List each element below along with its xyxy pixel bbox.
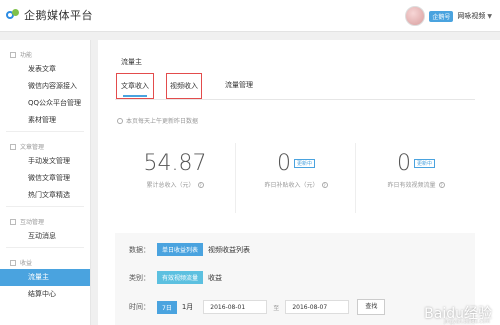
sidebar-item-publish-article[interactable]: 发表文章	[0, 61, 90, 78]
sidebar-item-qq-platform[interactable]: QQ公众平台管理	[0, 95, 90, 112]
sidebar-item-wechat-source[interactable]: 微信内容源接入	[0, 78, 90, 95]
sidebar-section-function: 功能	[0, 48, 90, 61]
app-logo[interactable]: 企鹅媒体平台	[6, 7, 93, 23]
sidebar-item-manual-articles[interactable]: 手动发文管理	[0, 153, 90, 170]
penguin-logo-icon	[6, 8, 20, 22]
sidebar-item-wechat-articles[interactable]: 微信文章管理	[0, 170, 90, 187]
filter-chip-7-days[interactable]: 7日	[157, 300, 177, 314]
tab-bar: 文章收入 视频收入 流量管理	[115, 73, 475, 100]
search-button[interactable]: 查找	[357, 299, 386, 315]
sidebar-item-traffic-owner[interactable]: 流量主	[0, 269, 90, 286]
active-tab-indicator	[123, 95, 147, 97]
date-from-input[interactable]: 2016-08-01	[203, 300, 268, 314]
filter-row-time: 时间： 7日 1月 2016-08-01 至 2016-08-07 查找	[129, 299, 386, 315]
function-icon	[10, 51, 16, 58]
tab-video-income[interactable]: 视频收入	[166, 73, 202, 99]
main-panel: 流量主 文章收入 视频收入 流量管理 本页每天上午更新昨日数据 54.87 累计…	[98, 40, 500, 325]
tab-article-income[interactable]: 文章收入	[116, 73, 154, 99]
stat-label: 昨日补贴收入（元）	[264, 182, 319, 189]
article-icon	[10, 143, 16, 150]
sidebar-section-interaction: 互动管理	[0, 215, 90, 228]
updating-badge: 更新中	[293, 159, 315, 168]
clock-icon	[117, 117, 123, 124]
help-icon[interactable]: ?	[438, 181, 445, 188]
stat-value: 0	[396, 151, 411, 176]
divider	[6, 131, 84, 132]
sidebar-section-revenue: 收益	[0, 256, 90, 269]
filter-option-1-month[interactable]: 1月	[182, 302, 193, 312]
stat-total-income: 54.87 累计总收入（元）?	[115, 143, 235, 213]
account-type-badge: 企鹅号	[429, 10, 454, 22]
top-bar: 企鹅媒体平台 企鹅号 网咏视频 ▼	[0, 0, 500, 32]
update-note: 本页每天上午更新昨日数据	[117, 116, 198, 125]
revenue-icon	[10, 259, 16, 266]
watermark-url: jingyan.baidu.com	[443, 319, 490, 325]
filter-chip-valid-traffic[interactable]: 有效视频流量	[157, 271, 204, 284]
stat-value: 0	[276, 151, 291, 176]
chevron-down-icon[interactable]: ▼	[487, 13, 492, 20]
divider	[6, 247, 84, 248]
filter-label: 类别：	[129, 273, 150, 282]
filter-chip-daily-income[interactable]: 单日收益列表	[157, 243, 204, 256]
interaction-icon	[10, 218, 16, 225]
stat-video-traffic: 0 更新中 昨日有效视频流量?	[355, 143, 476, 213]
stat-label: 累计总收入（元）	[146, 182, 195, 189]
tab-traffic-management[interactable]: 流量管理	[219, 73, 259, 97]
filter-row-data: 数据： 单日收益列表 视频收益列表	[129, 243, 250, 256]
stat-label: 昨日有效视频流量	[387, 182, 436, 189]
filter-option-video-income[interactable]: 视频收益列表	[208, 245, 250, 255]
stat-subsidy-income: 0 更新中 昨日补贴收入（元）?	[235, 143, 356, 213]
sidebar-item-settlement[interactable]: 结算中心	[0, 286, 90, 303]
filter-panel: 数据： 单日收益列表 视频收益列表 类别： 有效视频流量 收益 时间： 7日 1…	[115, 233, 475, 325]
help-icon[interactable]: ?	[197, 181, 204, 188]
stats-panel: 54.87 累计总收入（元）? 0 更新中 昨日补贴收入（元）? 0 更新中 昨日有…	[115, 143, 475, 213]
sidebar-item-hot-articles[interactable]: 热门文章精选	[0, 187, 90, 204]
avatar[interactable]	[405, 6, 426, 26]
user-menu[interactable]: 企鹅号 网咏视频 ▼	[405, 6, 492, 26]
stat-value: 54.87	[143, 151, 207, 176]
page-title: 流量主	[121, 58, 142, 66]
filter-option-income[interactable]: 收益	[208, 273, 222, 283]
filter-label: 时间：	[129, 303, 150, 311]
sidebar: 功能 发表文章 微信内容源接入 QQ公众平台管理 素材管理 文章管理 手动发文管…	[0, 40, 91, 325]
divider	[6, 206, 84, 207]
sidebar-item-materials[interactable]: 素材管理	[0, 112, 90, 129]
sidebar-item-messages[interactable]: 互动消息	[0, 228, 90, 245]
user-name[interactable]: 网咏视频	[457, 11, 485, 21]
date-to-input[interactable]: 2016-08-07	[285, 300, 350, 314]
filter-row-type: 类别： 有效视频流量 收益	[129, 271, 222, 284]
app-title: 企鹅媒体平台	[24, 9, 93, 22]
filter-label: 数据：	[129, 245, 150, 254]
date-separator: 至	[273, 304, 280, 312]
updating-badge: 更新中	[413, 159, 435, 168]
sidebar-section-article-management: 文章管理	[0, 140, 90, 153]
help-icon[interactable]: ?	[321, 181, 328, 188]
